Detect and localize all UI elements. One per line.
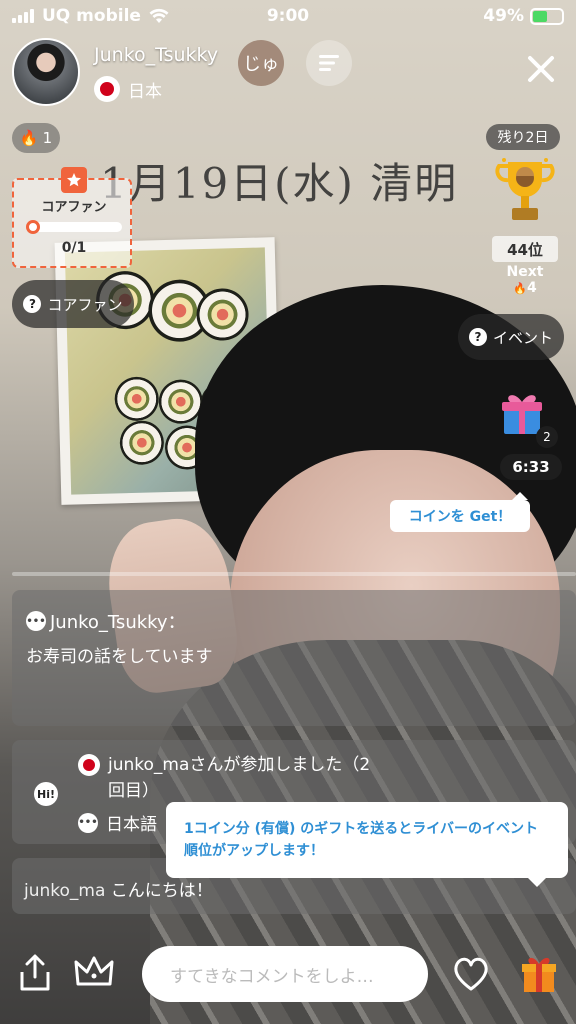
question-icon: ? (23, 295, 42, 313)
core-fan-button[interactable]: ? コアファン (12, 280, 134, 328)
chat-greeting: こんにちは！ (110, 881, 213, 901)
fire-icon: 🔥 (19, 129, 39, 147)
battery-group: 49% (483, 6, 564, 26)
liver-avatar[interactable] (12, 38, 80, 106)
speech-bubble-icon: ••• (78, 812, 98, 833)
event-button[interactable]: ? イベント (458, 314, 564, 360)
fire-icon: 🔥 (513, 282, 527, 295)
join-text: junko_maさんが参加しました（2 回目） (78, 752, 370, 804)
core-fan-title: コアファン (41, 200, 107, 215)
next-value: 4 (526, 280, 537, 296)
comment-input[interactable]: すてきなコメントをしよ… (142, 946, 428, 1002)
viewer-avatar-label: じゅ (243, 54, 279, 75)
hi-icon[interactable]: Hi! (34, 782, 58, 806)
join-line: junko_maさんが参加しました（2 (108, 755, 371, 775)
days-left-badge: 残り2日 (486, 124, 560, 150)
japan-flag-icon (78, 754, 100, 776)
core-fan-card[interactable]: コアファン 0/1 (12, 167, 132, 268)
next-rank: Next 🔥4 (492, 264, 558, 297)
list-icon (319, 55, 339, 71)
status-bar: UQ mobile 9:00 49% (0, 0, 576, 32)
language-label: 日本語 (106, 815, 157, 835)
background-handwritten-text: 1月19日(水) 清明 (100, 159, 459, 208)
event-rank-tooltip[interactable]: 1コイン分 (有償) のギフトを送るとライバーのイベント順位がアップします！ (166, 802, 568, 887)
japan-flag-icon (94, 76, 120, 102)
core-fan-button-label: コアファン (47, 295, 123, 314)
event-button-label: イベント (492, 328, 553, 347)
fire-count-badge: 🔥 1 (12, 123, 60, 153)
close-icon[interactable] (520, 48, 562, 90)
join-line-cont: 回目） (108, 781, 159, 801)
country-label: 日本 (128, 81, 162, 102)
battery-percent: 49% (483, 6, 524, 26)
gift-count-badge: 2 (536, 426, 558, 448)
viewer-avatar-button[interactable]: じゅ (238, 40, 284, 86)
question-icon: ? (468, 328, 487, 346)
chat-text: junko_ma こんにちは！ (24, 876, 213, 901)
liver-country: 日本 (94, 76, 162, 102)
core-fan-progress-value: 0/1 (61, 240, 87, 256)
gift-icon[interactable] (520, 954, 558, 994)
next-label: Next (506, 264, 544, 280)
chat-text: お寿司の話をしています (26, 647, 213, 667)
liver-name[interactable]: Junko_Tsukky (94, 44, 218, 66)
chat-sender: ••• Junko_Tsukky： (26, 608, 186, 634)
core-fan-progress (26, 220, 122, 234)
fire-count-value: 1 (42, 129, 53, 147)
crown-icon[interactable] (74, 954, 114, 990)
star-icon (61, 167, 87, 193)
heart-icon[interactable] (452, 956, 490, 992)
menu-button[interactable] (306, 40, 352, 86)
chat-divider (12, 572, 576, 576)
event-rank: 44位 (492, 236, 558, 262)
chat-user: junko_ma (24, 881, 106, 901)
chat-sender-name: Junko_Tsukky： (50, 612, 186, 633)
chat-message: ••• Junko_Tsukky： お寿司の話をしています (12, 590, 576, 726)
trophy-icon[interactable] (494, 156, 556, 226)
gift-timer: 6:33 (500, 454, 562, 480)
join-language: ••• 日本語 (78, 810, 157, 835)
speech-bubble-icon: ••• (26, 611, 46, 631)
get-coin-tooltip[interactable]: コインを Get！ (390, 492, 530, 532)
share-icon[interactable] (18, 954, 52, 992)
battery-icon (530, 7, 564, 25)
